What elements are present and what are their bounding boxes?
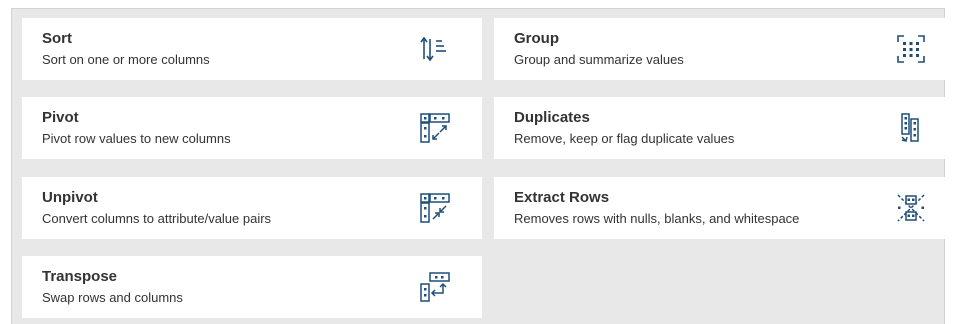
unpivot-icon [418, 191, 452, 225]
operations-panel: Sort Sort on one or more columns Group G… [11, 8, 954, 324]
card-title: Transpose [42, 268, 118, 285]
extract-rows-card[interactable]: Extract Rows Removes rows with nulls, bl… [494, 177, 954, 239]
card-description: Removes rows with nulls, blanks, and whi… [514, 211, 800, 226]
group-icon [894, 32, 928, 66]
card-description: Swap rows and columns [42, 290, 183, 305]
transpose-card[interactable]: Transpose Swap rows and columns [22, 256, 482, 318]
duplicates-card[interactable]: Duplicates Remove, keep or flag duplicat… [494, 97, 954, 159]
pivot-card[interactable]: Pivot Pivot row values to new columns [22, 97, 482, 159]
transpose-icon [418, 270, 452, 304]
card-description: Sort on one or more columns [42, 52, 210, 67]
card-title: Group [514, 30, 559, 47]
card-description: Convert columns to attribute/value pairs [42, 211, 272, 226]
card-title: Pivot [42, 109, 79, 126]
pivot-icon [418, 111, 452, 145]
card-title: Sort [42, 30, 72, 47]
card-description: Remove, keep or flag duplicate values [514, 131, 735, 146]
card-description: Pivot row values to new columns [42, 131, 231, 146]
sort-icon [418, 32, 452, 66]
extract-rows-icon [894, 191, 928, 225]
duplicates-icon [894, 111, 928, 145]
card-description: Group and summarize values [514, 52, 684, 67]
card-title: Unpivot [42, 189, 98, 206]
card-title: Duplicates [514, 109, 590, 126]
unpivot-card[interactable]: Unpivot Convert columns to attribute/val… [22, 177, 482, 239]
group-card[interactable]: Group Group and summarize values [494, 18, 954, 80]
card-title: Extract Rows [514, 189, 610, 206]
sort-card[interactable]: Sort Sort on one or more columns [22, 18, 482, 80]
